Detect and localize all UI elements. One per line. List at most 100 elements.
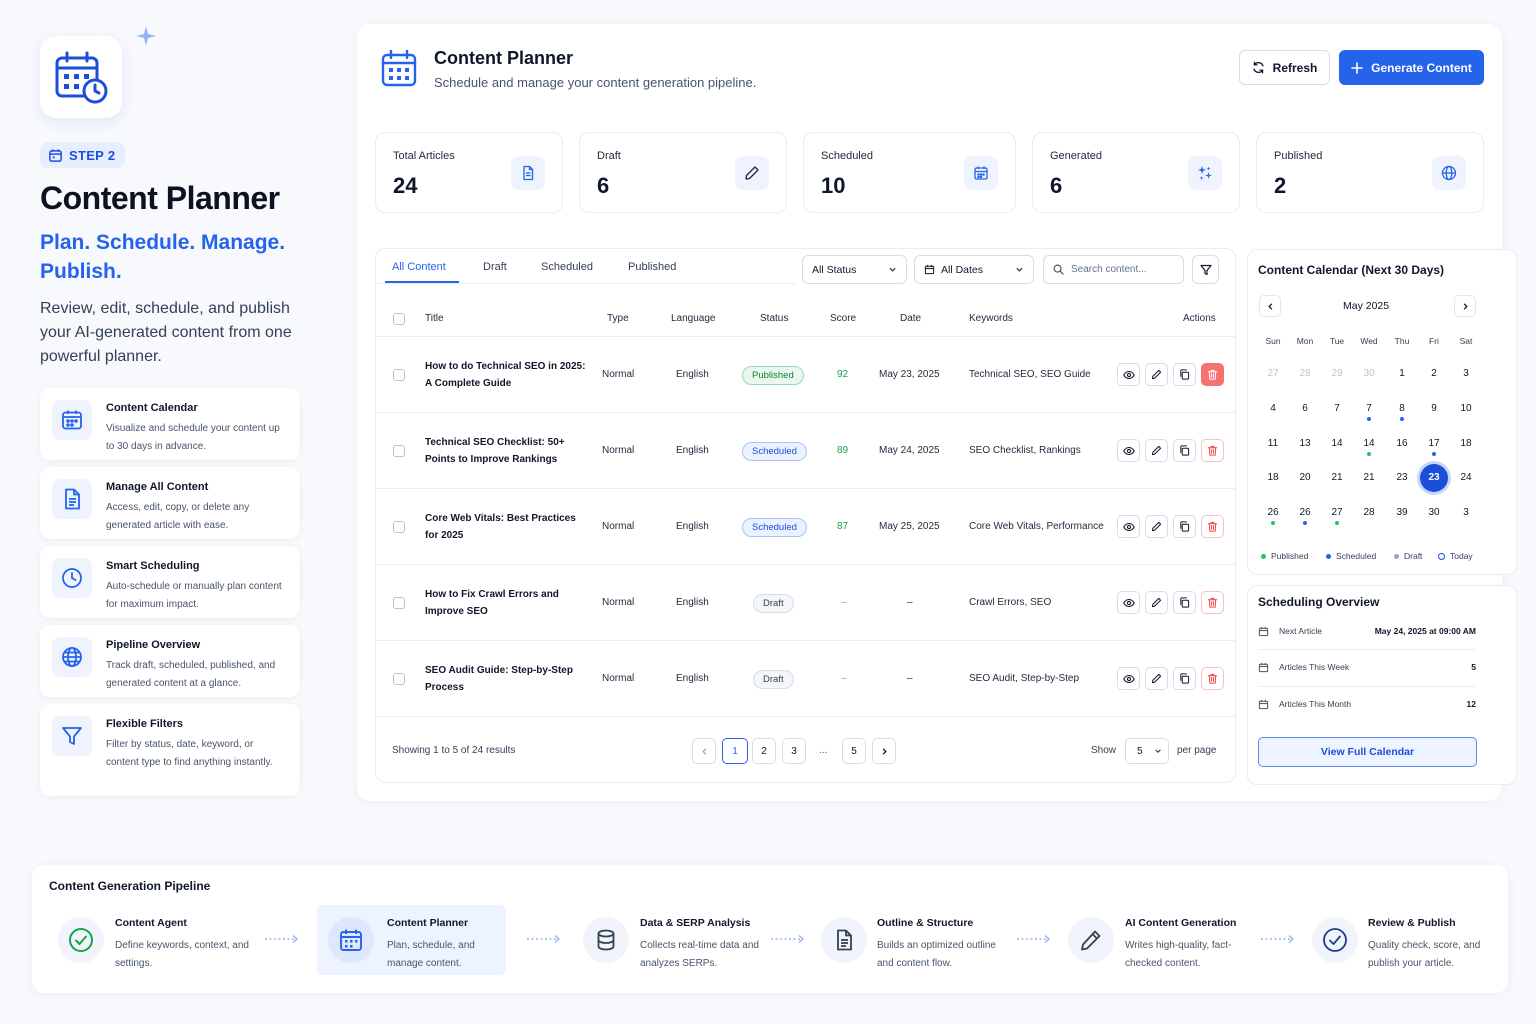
table-row[interactable]: Core Web Vitals: Best Practices for 2025… (376, 488, 1235, 564)
page-button-3[interactable]: 3 (782, 738, 806, 764)
calendar-day[interactable]: 7 (1353, 403, 1385, 414)
calendar-day[interactable]: 14 (1321, 438, 1353, 449)
edit-button[interactable] (1145, 591, 1168, 614)
view-button[interactable] (1117, 667, 1140, 690)
page-button-2[interactable]: 2 (752, 738, 776, 764)
view-button[interactable] (1117, 363, 1140, 386)
calendar-day[interactable]: 27 (1321, 507, 1353, 518)
search-input[interactable] (1071, 264, 1171, 275)
calendar-day[interactable]: 27 (1257, 368, 1289, 379)
status-filter-select[interactable]: All Status (802, 255, 907, 284)
calendar-day[interactable]: 18 (1450, 438, 1482, 449)
next-page-button[interactable] (872, 738, 896, 764)
copy-button[interactable] (1173, 363, 1196, 386)
calendar-day[interactable]: 18 (1257, 472, 1289, 483)
row-checkbox[interactable] (393, 673, 405, 685)
calendar-day[interactable]: 39 (1386, 507, 1418, 518)
column-header-language[interactable]: Language (671, 313, 716, 324)
calendar-day[interactable]: 14 (1353, 438, 1385, 449)
calendar-day[interactable]: 21 (1353, 472, 1385, 483)
calendar-day[interactable]: 26 (1289, 507, 1321, 518)
calendar-day[interactable]: 2 (1418, 368, 1450, 379)
edit-button[interactable] (1145, 515, 1168, 538)
calendar-day[interactable]: 13 (1289, 438, 1321, 449)
calendar-day[interactable]: 24 (1450, 472, 1482, 483)
calendar-day[interactable]: 29 (1321, 368, 1353, 379)
delete-button[interactable] (1201, 591, 1224, 614)
copy-button[interactable] (1173, 667, 1196, 690)
row-title[interactable]: SEO Audit Guide: Step-by-Step Process (425, 662, 590, 696)
view-button[interactable] (1117, 591, 1140, 614)
edit-button[interactable] (1145, 667, 1168, 690)
row-checkbox[interactable] (393, 521, 405, 533)
select-all-checkbox[interactable] (393, 313, 405, 325)
calendar-day[interactable]: 30 (1418, 507, 1450, 518)
calendar-day[interactable]: 6 (1289, 403, 1321, 414)
calendar-day[interactable]: 17 (1418, 438, 1450, 449)
table-row[interactable]: SEO Audit Guide: Step-by-Step Process No… (376, 640, 1235, 716)
calendar-day[interactable]: 7 (1321, 403, 1353, 414)
delete-button[interactable] (1201, 363, 1224, 386)
column-header-score[interactable]: Score (830, 313, 856, 324)
page-button-5[interactable]: 5 (842, 738, 866, 764)
column-header-keywords[interactable]: Keywords (969, 313, 1013, 324)
calendar-day[interactable]: 3 (1450, 507, 1482, 518)
row-checkbox[interactable] (393, 597, 405, 609)
calendar-day[interactable]: 11 (1257, 438, 1289, 449)
view-full-calendar-button[interactable]: View Full Calendar (1258, 737, 1477, 767)
copy-button[interactable] (1173, 515, 1196, 538)
row-checkbox[interactable] (393, 369, 405, 381)
dotted-arrow-icon (771, 934, 805, 944)
row-title[interactable]: Technical SEO Checklist: 50+ Points to I… (425, 434, 590, 468)
column-header-status[interactable]: Status (760, 313, 788, 324)
calendar-day[interactable]: 4 (1257, 403, 1289, 414)
tab-draft[interactable]: Draft (483, 261, 507, 273)
column-header-type[interactable]: Type (607, 313, 629, 324)
row-title[interactable]: Core Web Vitals: Best Practices for 2025 (425, 510, 590, 544)
page-button-1[interactable]: 1 (722, 738, 748, 764)
calendar-day[interactable]: 20 (1289, 472, 1321, 483)
tab-scheduled[interactable]: Scheduled (541, 261, 593, 273)
calendar-day[interactable]: 23 (1386, 472, 1418, 483)
calendar-day[interactable]: 26 (1257, 507, 1289, 518)
table-row[interactable]: How to Fix Crawl Errors and Improve SEO … (376, 564, 1235, 640)
calendar-day[interactable]: 8 (1386, 403, 1418, 414)
table-row[interactable]: How to do Technical SEO in 2025: A Compl… (376, 336, 1235, 412)
calendar-day[interactable]: 9 (1418, 403, 1450, 414)
calendar-day[interactable]: 30 (1353, 368, 1385, 379)
prev-month-button[interactable] (1259, 295, 1281, 317)
so-value: 12 (1466, 699, 1476, 709)
generate-content-button[interactable]: Generate Content (1339, 50, 1484, 85)
prev-page-button[interactable] (692, 738, 716, 764)
column-header-date[interactable]: Date (900, 313, 921, 324)
per-page-select[interactable]: 5 (1125, 738, 1169, 764)
calendar-day[interactable]: 21 (1321, 472, 1353, 483)
row-title[interactable]: How to Fix Crawl Errors and Improve SEO (425, 586, 590, 620)
calendar-day[interactable]: 3 (1450, 368, 1482, 379)
delete-button[interactable] (1201, 667, 1224, 690)
column-header-title[interactable]: Title (425, 313, 444, 324)
copy-button[interactable] (1173, 591, 1196, 614)
delete-button[interactable] (1201, 515, 1224, 538)
row-checkbox[interactable] (393, 445, 405, 457)
filter-button[interactable] (1192, 255, 1219, 284)
view-button[interactable] (1117, 515, 1140, 538)
calendar-day[interactable]: 1 (1386, 368, 1418, 379)
date-filter-select[interactable]: All Dates (914, 255, 1034, 284)
calendar-day[interactable]: 28 (1289, 368, 1321, 379)
calendar-day[interactable]: 28 (1353, 507, 1385, 518)
refresh-button[interactable]: Refresh (1239, 50, 1330, 85)
next-month-button[interactable] (1454, 295, 1476, 317)
copy-button[interactable] (1173, 439, 1196, 462)
tab-all-content[interactable]: All Content (392, 261, 446, 273)
calendar-day[interactable]: 23 (1418, 472, 1450, 483)
view-button[interactable] (1117, 439, 1140, 462)
calendar-day[interactable]: 16 (1386, 438, 1418, 449)
table-row[interactable]: Technical SEO Checklist: 50+ Points to I… (376, 412, 1235, 488)
tab-published[interactable]: Published (628, 261, 676, 273)
edit-button[interactable] (1145, 439, 1168, 462)
edit-button[interactable] (1145, 363, 1168, 386)
calendar-day[interactable]: 10 (1450, 403, 1482, 414)
delete-button[interactable] (1201, 439, 1224, 462)
row-title[interactable]: How to do Technical SEO in 2025: A Compl… (425, 358, 590, 392)
